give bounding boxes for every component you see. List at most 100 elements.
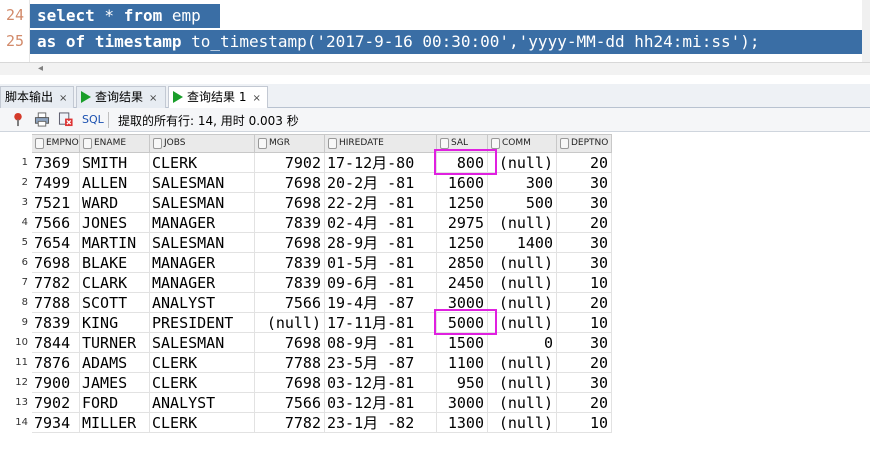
table-cell-ename[interactable]: MARTIN bbox=[80, 233, 150, 253]
table-cell-jobs[interactable]: CLERK bbox=[150, 153, 255, 173]
table-cell-ename[interactable]: FORD bbox=[80, 393, 150, 413]
table-cell-ename[interactable]: BLAKE bbox=[80, 253, 150, 273]
close-icon[interactable]: × bbox=[149, 93, 157, 104]
table-cell-sal[interactable]: 1500 bbox=[437, 333, 488, 353]
table-cell-jobs[interactable]: PRESIDENT bbox=[150, 313, 255, 333]
table-cell-mgr[interactable]: 7566 bbox=[255, 293, 325, 313]
table-cell-deptno[interactable]: 30 bbox=[557, 233, 612, 253]
table-cell-comm[interactable]: (null) bbox=[488, 373, 557, 393]
table-cell-hiredate[interactable]: 20-2月 -81 bbox=[325, 173, 437, 193]
row-number[interactable]: 9 bbox=[0, 317, 32, 328]
table-cell-comm[interactable]: 500 bbox=[488, 193, 557, 213]
table-cell-jobs[interactable]: MANAGER bbox=[150, 213, 255, 233]
table-cell-ename[interactable]: JAMES bbox=[80, 373, 150, 393]
table-cell-hiredate[interactable]: 17-11月-81 bbox=[325, 313, 437, 333]
table-cell-deptno[interactable]: 20 bbox=[557, 153, 612, 173]
row-number[interactable]: 11 bbox=[0, 357, 32, 368]
table-cell-empno[interactable]: 7654 bbox=[32, 233, 80, 253]
tab-script-output[interactable]: 脚本输出 × bbox=[0, 86, 74, 108]
table-cell-mgr[interactable]: (null) bbox=[255, 313, 325, 333]
column-sort-icon[interactable] bbox=[153, 138, 162, 149]
table-cell-empno[interactable]: 7521 bbox=[32, 193, 80, 213]
table-cell-hiredate[interactable]: 17-12月-80 bbox=[325, 153, 437, 173]
table-cell-comm[interactable]: 300 bbox=[488, 173, 557, 193]
column-sort-icon[interactable] bbox=[560, 138, 569, 149]
table-cell-mgr[interactable]: 7788 bbox=[255, 353, 325, 373]
table-cell-jobs[interactable]: CLERK bbox=[150, 353, 255, 373]
table-cell-hiredate[interactable]: 23-1月 -82 bbox=[325, 413, 437, 433]
column-header-hiredate[interactable]: HIREDATE bbox=[325, 134, 437, 153]
row-number[interactable]: 5 bbox=[0, 237, 32, 248]
table-cell-comm[interactable]: (null) bbox=[488, 393, 557, 413]
table-cell-comm[interactable]: (null) bbox=[488, 353, 557, 373]
table-cell-comm[interactable]: (null) bbox=[488, 153, 557, 173]
tab-query-result[interactable]: 查询结果 × bbox=[76, 86, 166, 108]
row-number[interactable]: 3 bbox=[0, 197, 32, 208]
scroll-left-icon[interactable]: ◂ bbox=[38, 63, 43, 74]
table-cell-mgr[interactable]: 7698 bbox=[255, 193, 325, 213]
table-cell-ename[interactable]: ALLEN bbox=[80, 173, 150, 193]
table-cell-empno[interactable]: 7788 bbox=[32, 293, 80, 313]
table-cell-hiredate[interactable]: 19-4月 -87 bbox=[325, 293, 437, 313]
print-icon[interactable] bbox=[34, 112, 50, 127]
table-cell-jobs[interactable]: CLERK bbox=[150, 373, 255, 393]
table-cell-deptno[interactable]: 30 bbox=[557, 333, 612, 353]
column-sort-icon[interactable] bbox=[491, 138, 500, 149]
table-cell-comm[interactable]: (null) bbox=[488, 313, 557, 333]
table-cell-jobs[interactable]: SALESMAN bbox=[150, 193, 255, 213]
table-cell-sal[interactable]: 2450 bbox=[437, 273, 488, 293]
table-cell-hiredate[interactable]: 23-5月 -87 bbox=[325, 353, 437, 373]
export-icon[interactable] bbox=[58, 112, 74, 127]
row-number[interactable]: 10 bbox=[0, 337, 32, 348]
table-cell-deptno[interactable]: 30 bbox=[557, 373, 612, 393]
column-header-deptno[interactable]: DEPTNO bbox=[557, 134, 612, 153]
table-cell-deptno[interactable]: 20 bbox=[557, 353, 612, 373]
table-cell-deptno[interactable]: 20 bbox=[557, 393, 612, 413]
table-cell-mgr[interactable]: 7839 bbox=[255, 273, 325, 293]
table-cell-comm[interactable]: 0 bbox=[488, 333, 557, 353]
table-cell-ename[interactable]: KING bbox=[80, 313, 150, 333]
column-header-comm[interactable]: COMM bbox=[488, 134, 557, 153]
table-cell-sal[interactable]: 3000 bbox=[437, 393, 488, 413]
column-sort-icon[interactable] bbox=[35, 138, 44, 149]
table-cell-mgr[interactable]: 7566 bbox=[255, 393, 325, 413]
row-number[interactable]: 4 bbox=[0, 217, 32, 228]
column-header-mgr[interactable]: MGR bbox=[255, 134, 325, 153]
row-number[interactable]: 12 bbox=[0, 377, 32, 388]
table-cell-jobs[interactable]: MANAGER bbox=[150, 253, 255, 273]
close-icon[interactable]: × bbox=[252, 93, 260, 104]
table-cell-empno[interactable]: 7902 bbox=[32, 393, 80, 413]
row-number[interactable]: 2 bbox=[0, 177, 32, 188]
row-number[interactable]: 6 bbox=[0, 257, 32, 268]
table-cell-jobs[interactable]: ANALYST bbox=[150, 293, 255, 313]
sql-editor[interactable]: 24 25 select * from emp as of timestamp … bbox=[0, 0, 870, 62]
table-cell-mgr[interactable]: 7902 bbox=[255, 153, 325, 173]
table-cell-hiredate[interactable]: 08-9月 -81 bbox=[325, 333, 437, 353]
table-cell-comm[interactable]: 1400 bbox=[488, 233, 557, 253]
table-cell-comm[interactable]: (null) bbox=[488, 413, 557, 433]
table-cell-hiredate[interactable]: 01-5月 -81 bbox=[325, 253, 437, 273]
table-cell-hiredate[interactable]: 03-12月-81 bbox=[325, 393, 437, 413]
table-cell-empno[interactable]: 7369 bbox=[32, 153, 80, 173]
table-cell-mgr[interactable]: 7839 bbox=[255, 213, 325, 233]
close-icon[interactable]: × bbox=[59, 93, 67, 104]
column-sort-icon[interactable] bbox=[440, 138, 449, 149]
table-cell-deptno[interactable]: 20 bbox=[557, 213, 612, 233]
table-cell-jobs[interactable]: SALESMAN bbox=[150, 333, 255, 353]
table-cell-deptno[interactable]: 20 bbox=[557, 293, 612, 313]
row-number[interactable]: 7 bbox=[0, 277, 32, 288]
column-header-ename[interactable]: ENAME bbox=[80, 134, 150, 153]
table-cell-empno[interactable]: 7844 bbox=[32, 333, 80, 353]
table-cell-hiredate[interactable]: 22-2月 -81 bbox=[325, 193, 437, 213]
table-cell-sal[interactable]: 950 bbox=[437, 373, 488, 393]
table-cell-sal[interactable]: 2850 bbox=[437, 253, 488, 273]
table-cell-mgr[interactable]: 7698 bbox=[255, 373, 325, 393]
table-cell-jobs[interactable]: CLERK bbox=[150, 413, 255, 433]
table-cell-ename[interactable]: ADAMS bbox=[80, 353, 150, 373]
table-cell-ename[interactable]: WARD bbox=[80, 193, 150, 213]
table-cell-empno[interactable]: 7934 bbox=[32, 413, 80, 433]
table-cell-sal[interactable]: 1100 bbox=[437, 353, 488, 373]
table-cell-jobs[interactable]: MANAGER bbox=[150, 273, 255, 293]
table-cell-comm[interactable]: (null) bbox=[488, 253, 557, 273]
table-cell-comm[interactable]: (null) bbox=[488, 293, 557, 313]
